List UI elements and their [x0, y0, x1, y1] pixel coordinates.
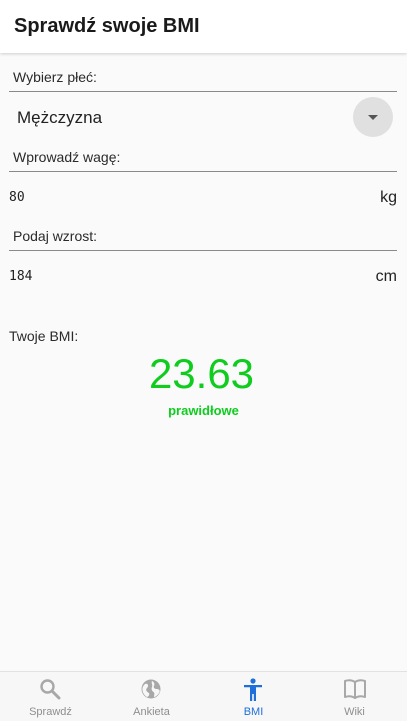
- gender-picker[interactable]: Mężczyzna: [17, 108, 102, 128]
- weight-label: Wprowadź wagę:: [13, 149, 121, 165]
- bmi-value: 23.63: [148, 350, 255, 397]
- gender-label-divider: [9, 91, 397, 92]
- book-icon: [344, 679, 366, 699]
- chevron-down-icon: [368, 115, 378, 120]
- app-bar: Sprawdź swoje BMI: [0, 0, 407, 53]
- globe-icon: [141, 679, 161, 699]
- height-unit: cm: [375, 268, 397, 285]
- tab-wiki-label: Wiki: [344, 706, 365, 718]
- weight-input[interactable]: 80: [9, 190, 25, 205]
- search-icon: [40, 679, 61, 700]
- tab-ankieta[interactable]: Ankieta: [101, 672, 202, 721]
- tab-bmi-label: BMI: [243, 706, 264, 718]
- weight-unit: kg: [380, 189, 397, 206]
- weight-label-divider: [9, 171, 397, 172]
- bmi-caption: Twoje BMI:: [9, 328, 79, 344]
- tab-sprawdz-label: Sprawdź: [29, 706, 72, 718]
- height-label: Podaj wzrost:: [13, 228, 98, 244]
- bmi-category: prawidłowe: [168, 403, 239, 418]
- gender-dropdown-button[interactable]: [353, 97, 393, 137]
- page-title: Sprawdź swoje BMI: [14, 15, 200, 37]
- height-label-divider: [9, 250, 397, 251]
- accessibility-icon: [244, 678, 262, 701]
- bottom-tab-bar: Sprawdź Ankieta BMI Wiki: [0, 671, 407, 721]
- tab-ankieta-label: Ankieta: [133, 706, 170, 718]
- tab-wiki[interactable]: Wiki: [304, 672, 405, 721]
- height-input[interactable]: 184: [9, 269, 32, 284]
- gender-label: Wybierz płeć:: [13, 69, 97, 85]
- tab-sprawdz[interactable]: Sprawdź: [0, 672, 101, 721]
- tab-bmi[interactable]: BMI: [203, 672, 304, 721]
